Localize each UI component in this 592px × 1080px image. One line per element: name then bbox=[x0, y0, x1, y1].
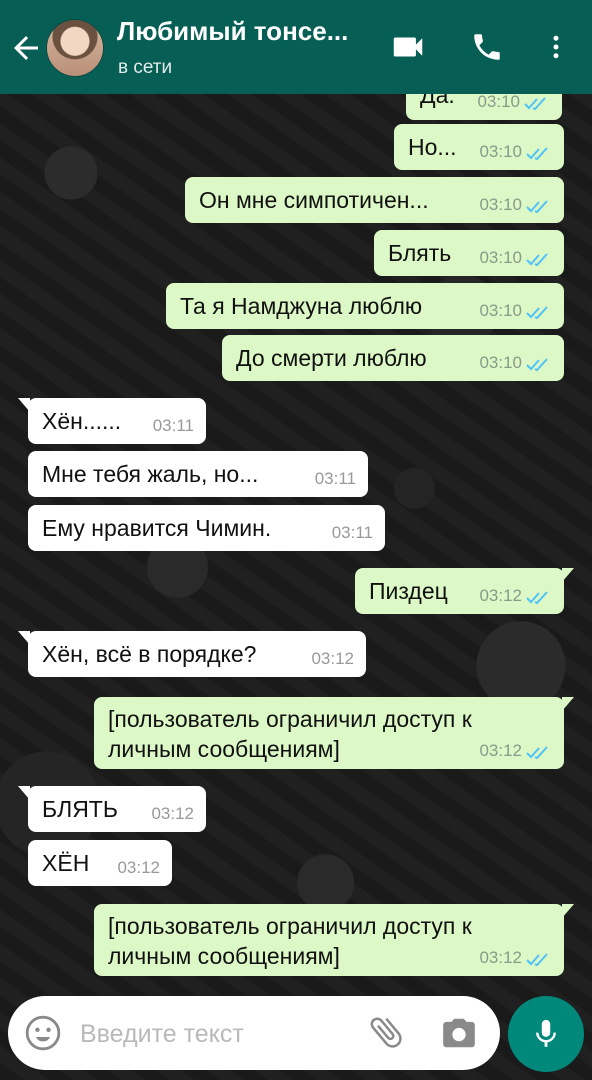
message-time: 03:12 bbox=[117, 858, 160, 877]
message-text: БЛЯТЬ bbox=[42, 796, 118, 822]
message-text: До смерти люблю bbox=[236, 345, 427, 371]
message-text: Но... bbox=[408, 134, 457, 160]
double-check-icon bbox=[526, 253, 548, 267]
message-text: Хён, всё в порядке? bbox=[42, 641, 257, 667]
bubble-tail bbox=[562, 697, 574, 711]
message-time: 03:10 bbox=[479, 353, 522, 372]
double-check-icon bbox=[526, 358, 548, 372]
message-composer bbox=[8, 996, 500, 1070]
message-time: 03:10 bbox=[477, 92, 520, 111]
message-outgoing[interactable]: Он мне симпотичен... 03:10 bbox=[185, 177, 564, 223]
message-text: Мне тебя жаль, но... bbox=[42, 461, 259, 487]
message-incoming[interactable]: Хён, всё в порядке? 03:12 bbox=[18, 631, 366, 677]
contact-status: в сети bbox=[118, 57, 173, 78]
back-arrow-icon[interactable] bbox=[8, 30, 44, 66]
message-time: 03:12 bbox=[479, 948, 522, 967]
double-check-icon bbox=[526, 953, 548, 967]
phone-icon[interactable] bbox=[466, 26, 508, 68]
message-time: 03:12 bbox=[479, 586, 522, 605]
mic-button[interactable] bbox=[508, 996, 584, 1072]
message-outgoing[interactable]: Блять 03:10 bbox=[374, 230, 564, 276]
contact-name[interactable]: Любимый тонсе... bbox=[117, 16, 373, 47]
message-text: Пиздец bbox=[369, 578, 448, 604]
emoji-icon[interactable] bbox=[24, 1014, 62, 1052]
message-incoming[interactable]: Ему нравится Чимин. 03:11 bbox=[28, 505, 385, 551]
video-call-icon[interactable] bbox=[387, 26, 429, 68]
message-outgoing[interactable]: Пиздец 03:12 bbox=[355, 568, 574, 614]
bubble-tail bbox=[18, 398, 30, 412]
message-time: 03:11 bbox=[314, 469, 356, 488]
more-vert-icon[interactable] bbox=[535, 26, 577, 68]
message-text: Та я Намджуна люблю bbox=[180, 293, 423, 319]
double-check-icon bbox=[526, 147, 548, 161]
double-check-icon bbox=[526, 306, 548, 320]
message-outgoing[interactable]: Та я Намджуна люблю 03:10 bbox=[166, 283, 564, 329]
message-text: Ему нравится Чимин. bbox=[42, 515, 272, 541]
message-time: 03:12 bbox=[479, 741, 522, 760]
message-input[interactable] bbox=[78, 1014, 352, 1054]
message-outgoing[interactable]: [пользователь ограничил доступ к личным … bbox=[94, 904, 574, 976]
bubble-tail bbox=[18, 786, 30, 800]
message-time: 03:12 bbox=[311, 649, 354, 668]
double-check-icon bbox=[526, 591, 548, 605]
message-incoming[interactable]: Мне тебя жаль, но... 03:11 bbox=[28, 451, 368, 497]
camera-icon[interactable] bbox=[440, 1014, 480, 1054]
bubble-tail bbox=[562, 568, 574, 582]
message-outgoing[interactable]: [пользователь ограничил доступ к личным … bbox=[94, 697, 574, 769]
message-time: 03:12 bbox=[151, 804, 194, 823]
bubble-tail bbox=[562, 904, 574, 918]
message-incoming[interactable]: Хён...... 03:11 bbox=[18, 398, 206, 444]
double-check-icon bbox=[526, 746, 548, 760]
double-check-icon bbox=[526, 200, 548, 214]
message-time: 03:10 bbox=[479, 142, 522, 161]
message-time: 03:10 bbox=[479, 248, 522, 267]
mic-icon bbox=[536, 1019, 556, 1047]
message-text: Блять bbox=[388, 240, 452, 266]
contact-avatar[interactable] bbox=[46, 19, 104, 77]
double-check-icon bbox=[524, 97, 546, 111]
message-time: 03:10 bbox=[479, 301, 522, 320]
message-text: Он мне симпотичен... bbox=[199, 187, 429, 213]
message-incoming[interactable]: БЛЯТЬ 03:12 bbox=[18, 786, 206, 832]
message-text: ХЁН bbox=[42, 850, 90, 876]
chat-header: Любимый тонсе... в сети bbox=[0, 0, 592, 94]
message-time: 03:11 bbox=[331, 523, 373, 542]
bubble-tail bbox=[18, 631, 30, 645]
message-time: 03:11 bbox=[152, 416, 194, 435]
message-time: 03:10 bbox=[479, 195, 522, 214]
attach-icon[interactable] bbox=[366, 1012, 406, 1052]
message-outgoing[interactable]: До смерти люблю 03:10 bbox=[222, 335, 564, 381]
message-incoming[interactable]: ХЁН 03:12 bbox=[28, 840, 172, 886]
message-text: Хён...... bbox=[42, 408, 122, 434]
message-outgoing[interactable]: Но... 03:10 bbox=[394, 124, 564, 170]
